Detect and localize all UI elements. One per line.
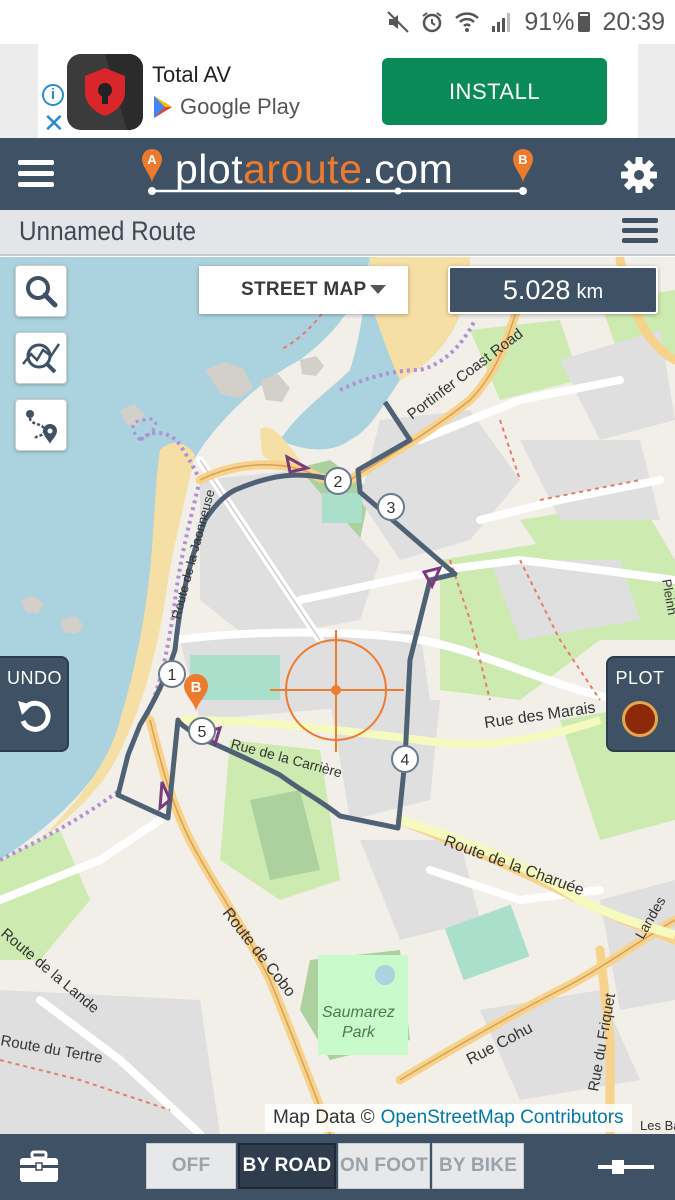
logo-part-a: a [243, 146, 267, 192]
label-lesbains: Les Bai [640, 1118, 675, 1133]
logo-pin-b: B [518, 152, 527, 167]
signal-icon [492, 13, 511, 32]
battery-icon [578, 12, 591, 32]
battery-percent: 91% [524, 7, 575, 36]
distance-unit: km [576, 280, 604, 303]
waypoint-2[interactable]: 2 [324, 467, 352, 495]
attribution-prefix: Map Data © [273, 1107, 375, 1128]
briefcase-icon[interactable] [18, 1150, 60, 1184]
logo-part-route: route [266, 146, 363, 192]
search-icon [26, 276, 58, 308]
alarm-icon [422, 12, 442, 33]
label-saumarez: Saumarez [322, 1004, 395, 1021]
route-menu-icon[interactable] [622, 218, 658, 248]
mode-on-foot-button[interactable]: ON FOOT [338, 1143, 430, 1189]
settings-gear-icon[interactable] [620, 156, 658, 194]
ad-close-icon[interactable]: ✕ [43, 110, 65, 136]
mode-by-bike-button[interactable]: BY BIKE [432, 1143, 524, 1189]
slider-toggle-icon[interactable] [598, 1160, 654, 1174]
map-view[interactable]: Portinfer Coast Road Rue des Marais Rout… [0, 257, 675, 1134]
waypoint-1[interactable]: 1 [158, 660, 186, 688]
waypoint-5[interactable]: 5 [188, 717, 216, 745]
plot-label: PLOT [615, 668, 665, 688]
ad-store: Google Play [152, 94, 300, 120]
waypoint-3[interactable]: 3 [377, 493, 405, 521]
search-button[interactable] [15, 265, 67, 317]
ad-app-name[interactable]: Total AV [152, 62, 231, 88]
elevation-button[interactable] [15, 332, 67, 384]
osm-link[interactable]: OpenStreetMap Contributors [381, 1107, 624, 1129]
route-pin-icon [26, 410, 57, 444]
logo-part-com: .com [362, 146, 454, 192]
elevation-search-icon [22, 343, 61, 374]
undo-label: UNDO [7, 668, 62, 688]
route-title[interactable]: Unnamed Route [19, 216, 196, 247]
google-play-icon [154, 96, 172, 118]
mode-by-road-button[interactable]: BY ROAD [238, 1143, 336, 1189]
map-layer-label: STREET MAP [241, 279, 367, 300]
status-icons [386, 10, 514, 34]
chevron-down-icon [370, 285, 386, 294]
ad-info-icon[interactable]: i [42, 84, 64, 106]
undo-button[interactable]: UNDO [0, 656, 69, 752]
logo-text[interactable]: plotaroute.com [175, 146, 453, 193]
logo-part-plot: plot [175, 146, 244, 192]
ad-store-label: Google Play [180, 94, 300, 119]
waypoint-4[interactable]: 4 [391, 745, 419, 773]
install-button[interactable]: INSTALL [382, 58, 607, 125]
map-layer-select[interactable]: STREET MAP [199, 266, 408, 314]
routing-mode-group: OFF BY ROAD ON FOOT BY BIKE [146, 1143, 524, 1189]
mute-icon [387, 11, 410, 33]
waypoint-4-label: 4 [401, 752, 410, 769]
end-marker-label: B [191, 679, 202, 696]
plot-button[interactable]: PLOT [606, 656, 675, 752]
distance-value: 5.028 [502, 274, 571, 305]
undo-icon [17, 700, 51, 732]
waypoint-2-label: 2 [334, 474, 343, 491]
waypoint-5-label: 5 [198, 724, 207, 741]
ad-app-icon[interactable] [67, 54, 143, 130]
main-menu-icon[interactable] [18, 160, 54, 188]
distance-display: 5.028 km [448, 266, 658, 314]
map-attribution: Map Data © OpenStreetMap Contributors [265, 1104, 632, 1132]
clock: 20:39 [602, 7, 665, 36]
mode-off-button[interactable]: OFF [146, 1143, 236, 1189]
waypoint-3-label: 3 [387, 500, 396, 517]
plot-record-icon [622, 701, 658, 737]
route-options-button[interactable] [15, 399, 67, 451]
logo-pin-a: A [147, 152, 157, 167]
wifi-icon [455, 12, 480, 32]
map-canvas[interactable]: Portinfer Coast Road Rue des Marais Rout… [0, 257, 675, 1134]
waypoint-1-label: 1 [168, 667, 177, 684]
label-park: Park [342, 1024, 376, 1041]
status-bar: 91% 20:39 [0, 0, 675, 44]
